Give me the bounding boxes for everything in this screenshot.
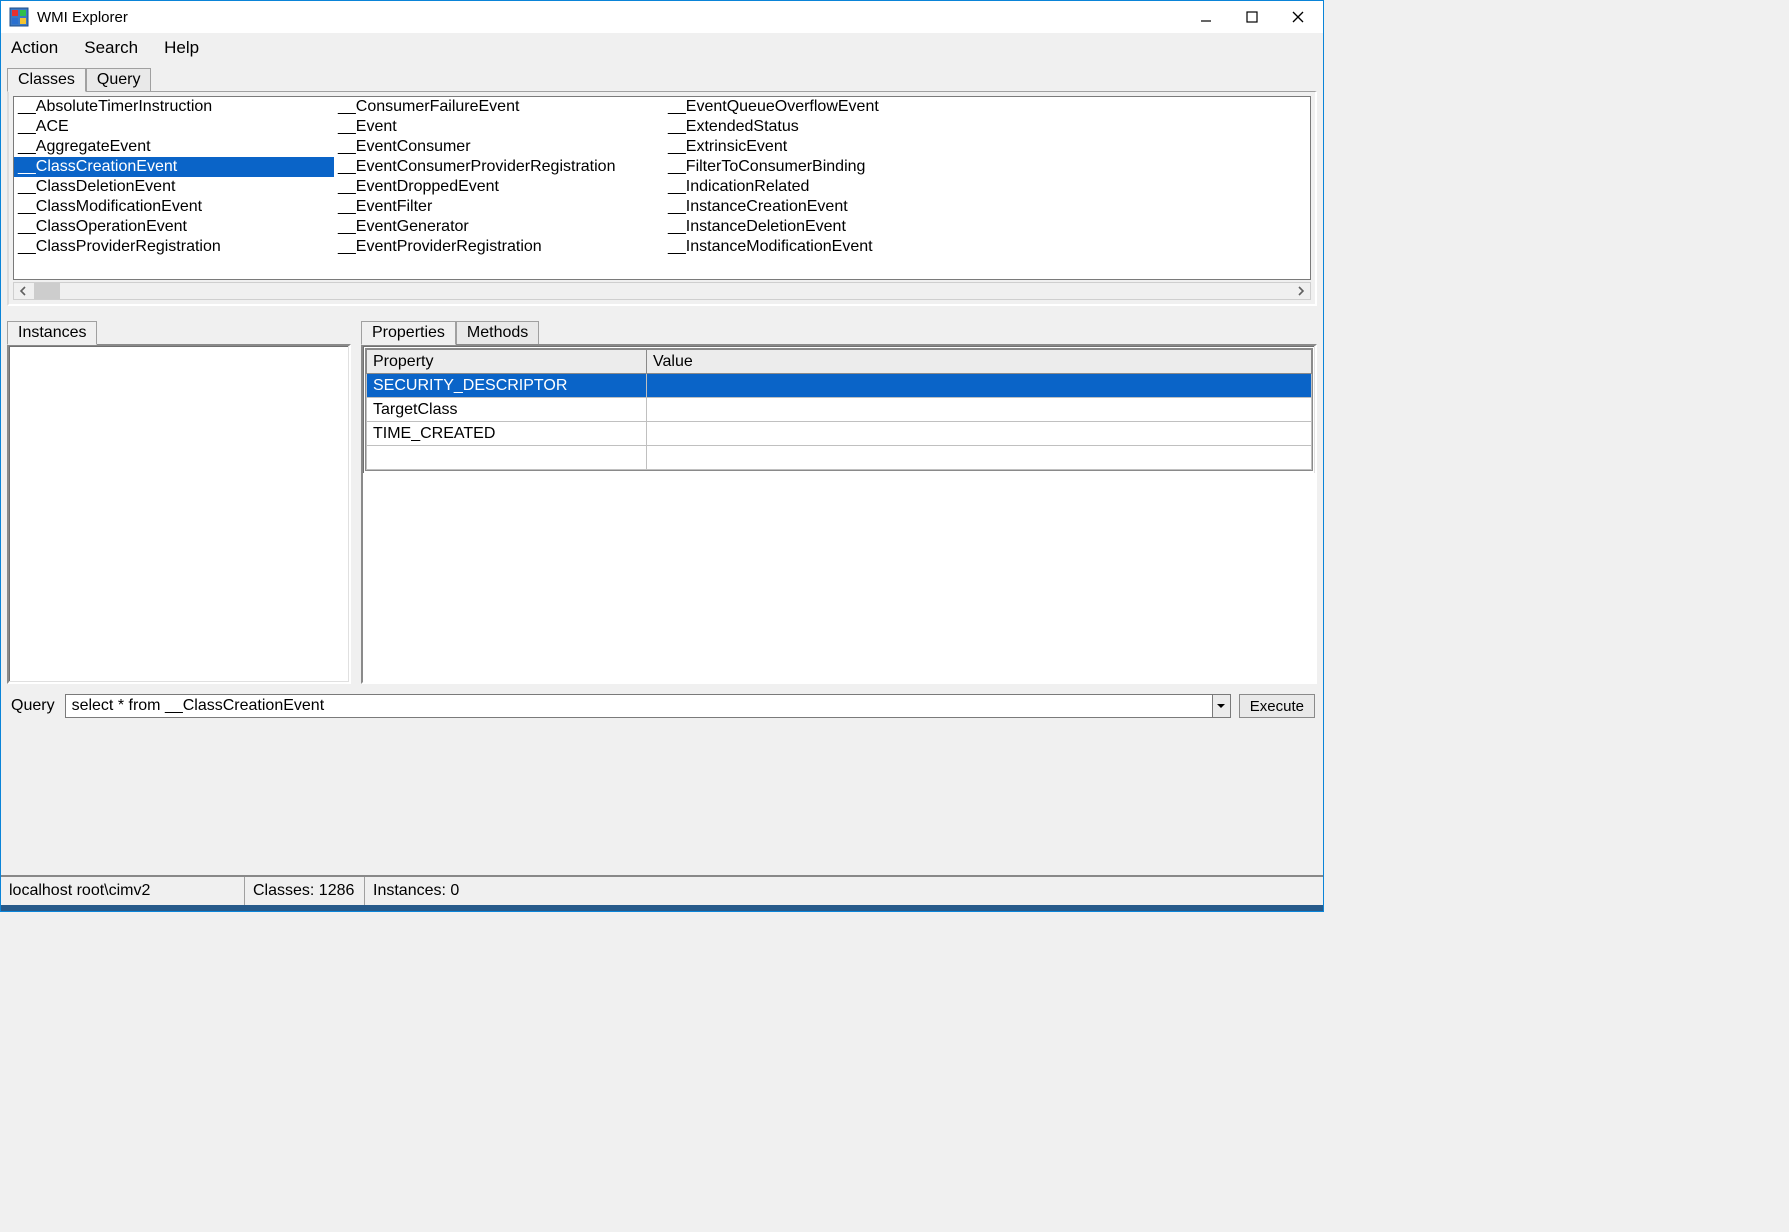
tab-methods[interactable]: Methods [456,321,539,344]
class-item[interactable]: __ACE [14,117,334,137]
class-item[interactable]: __ClassDeletionEvent [14,177,334,197]
class-item[interactable]: __ExtrinsicEvent [664,137,1004,157]
bottom-border [1,905,1323,911]
tabs-properties-methods: Properties Methods [361,316,1317,344]
status-host-namespace: localhost root\cimv2 [1,877,245,905]
scroll-track[interactable] [32,283,1292,299]
classes-list[interactable]: __AbsoluteTimerInstruction__ACE__Aggrega… [13,96,1311,280]
cell-value [647,422,1312,446]
class-item[interactable]: __InstanceDeletionEvent [664,217,1004,237]
class-column: __EventQueueOverflowEvent__ExtendedStatu… [664,97,1004,257]
classes-hscrollbar[interactable] [13,282,1311,300]
class-column: __ConsumerFailureEvent__Event__EventCons… [334,97,664,257]
menu-search[interactable]: Search [80,36,142,60]
titlebar: WMI Explorer [1,1,1323,33]
class-item[interactable]: __InstanceCreationEvent [664,197,1004,217]
maximize-button[interactable] [1229,2,1275,32]
query-combo[interactable]: select * from __ClassCreationEvent [65,694,1231,718]
query-input[interactable]: select * from __ClassCreationEvent [66,695,1212,717]
tab-instances[interactable]: Instances [7,321,97,345]
cell-property: TIME_CREATED [367,422,647,446]
class-item[interactable]: __EventGenerator [334,217,664,237]
col-property[interactable]: Property [367,350,647,374]
class-item[interactable]: __ClassModificationEvent [14,197,334,217]
properties-table-wrap: Property Value SECURITY_DESCRIPTORTarget… [365,348,1313,471]
chevron-down-icon [1216,701,1226,711]
class-item[interactable]: __AbsoluteTimerInstruction [14,97,334,117]
class-item[interactable]: __InstanceModificationEvent [664,237,1004,257]
class-item[interactable]: __ClassProviderRegistration [14,237,334,257]
classes-panel: __AbsoluteTimerInstruction__ACE__Aggrega… [7,91,1317,306]
menubar: Action Search Help [1,33,1323,63]
class-item[interactable]: __IndicationRelated [664,177,1004,197]
tab-query[interactable]: Query [86,68,152,91]
content-area: Classes Query __AbsoluteTimerInstruction… [1,63,1323,875]
menu-help[interactable]: Help [160,36,203,60]
window-title: WMI Explorer [37,9,128,26]
class-item[interactable]: __EventConsumer [334,137,664,157]
class-item[interactable]: __ConsumerFailureEvent [334,97,664,117]
query-row: Query select * from __ClassCreationEvent… [7,692,1317,722]
cell-value [647,446,1312,470]
scroll-right-icon[interactable] [1292,283,1310,299]
scroll-left-icon[interactable] [14,283,32,299]
class-item[interactable]: __EventConsumerProviderRegistration [334,157,664,177]
class-item[interactable]: __ClassOperationEvent [14,217,334,237]
cell-property [367,446,647,470]
scroll-thumb[interactable] [34,283,60,299]
execute-button[interactable]: Execute [1239,694,1315,718]
menu-action[interactable]: Action [7,36,62,60]
class-item[interactable]: __ClassCreationEvent [14,157,334,177]
tab-properties[interactable]: Properties [361,321,456,345]
cell-value [647,374,1312,398]
tabs-instances: Instances [7,316,351,344]
minimize-button[interactable] [1183,2,1229,32]
table-row[interactable]: SECURITY_DESCRIPTOR [367,374,1312,398]
cell-value [647,398,1312,422]
tabs-top: Classes Query [7,63,1317,91]
properties-column: Properties Methods Property Value [361,316,1317,684]
class-item[interactable]: __EventFilter [334,197,664,217]
instances-list[interactable] [7,344,351,684]
class-item[interactable]: __EventDroppedEvent [334,177,664,197]
tab-classes[interactable]: Classes [7,68,86,92]
class-column: __AbsoluteTimerInstruction__ACE__Aggrega… [14,97,334,257]
cell-property: TargetClass [367,398,647,422]
table-row[interactable] [367,446,1312,470]
query-dropdown-button[interactable] [1212,695,1230,717]
instances-column: Instances [7,316,351,684]
properties-table[interactable]: Property Value SECURITY_DESCRIPTORTarget… [366,349,1312,470]
app-window: WMI Explorer Action Search Help Classes … [0,0,1324,912]
table-row[interactable]: TargetClass [367,398,1312,422]
mid-row: Instances Properties Methods Property [7,316,1317,684]
col-value[interactable]: Value [647,350,1312,374]
status-instances-count: Instances: 0 [365,877,1323,905]
class-item[interactable]: __ExtendedStatus [664,117,1004,137]
class-item[interactable]: __FilterToConsumerBinding [664,157,1004,177]
table-row[interactable]: TIME_CREATED [367,422,1312,446]
status-classes-count: Classes: 1286 [245,877,365,905]
class-item[interactable]: __AggregateEvent [14,137,334,157]
class-item[interactable]: __EventQueueOverflowEvent [664,97,1004,117]
statusbar: localhost root\cimv2 Classes: 1286 Insta… [1,875,1323,905]
class-item[interactable]: __Event [334,117,664,137]
app-icon [9,7,29,27]
cell-property: SECURITY_DESCRIPTOR [367,374,647,398]
class-item[interactable]: __EventProviderRegistration [334,237,664,257]
properties-panel: Property Value SECURITY_DESCRIPTORTarget… [361,344,1317,684]
properties-empty-area [363,473,1315,682]
close-button[interactable] [1275,2,1321,32]
query-label: Query [9,697,57,715]
